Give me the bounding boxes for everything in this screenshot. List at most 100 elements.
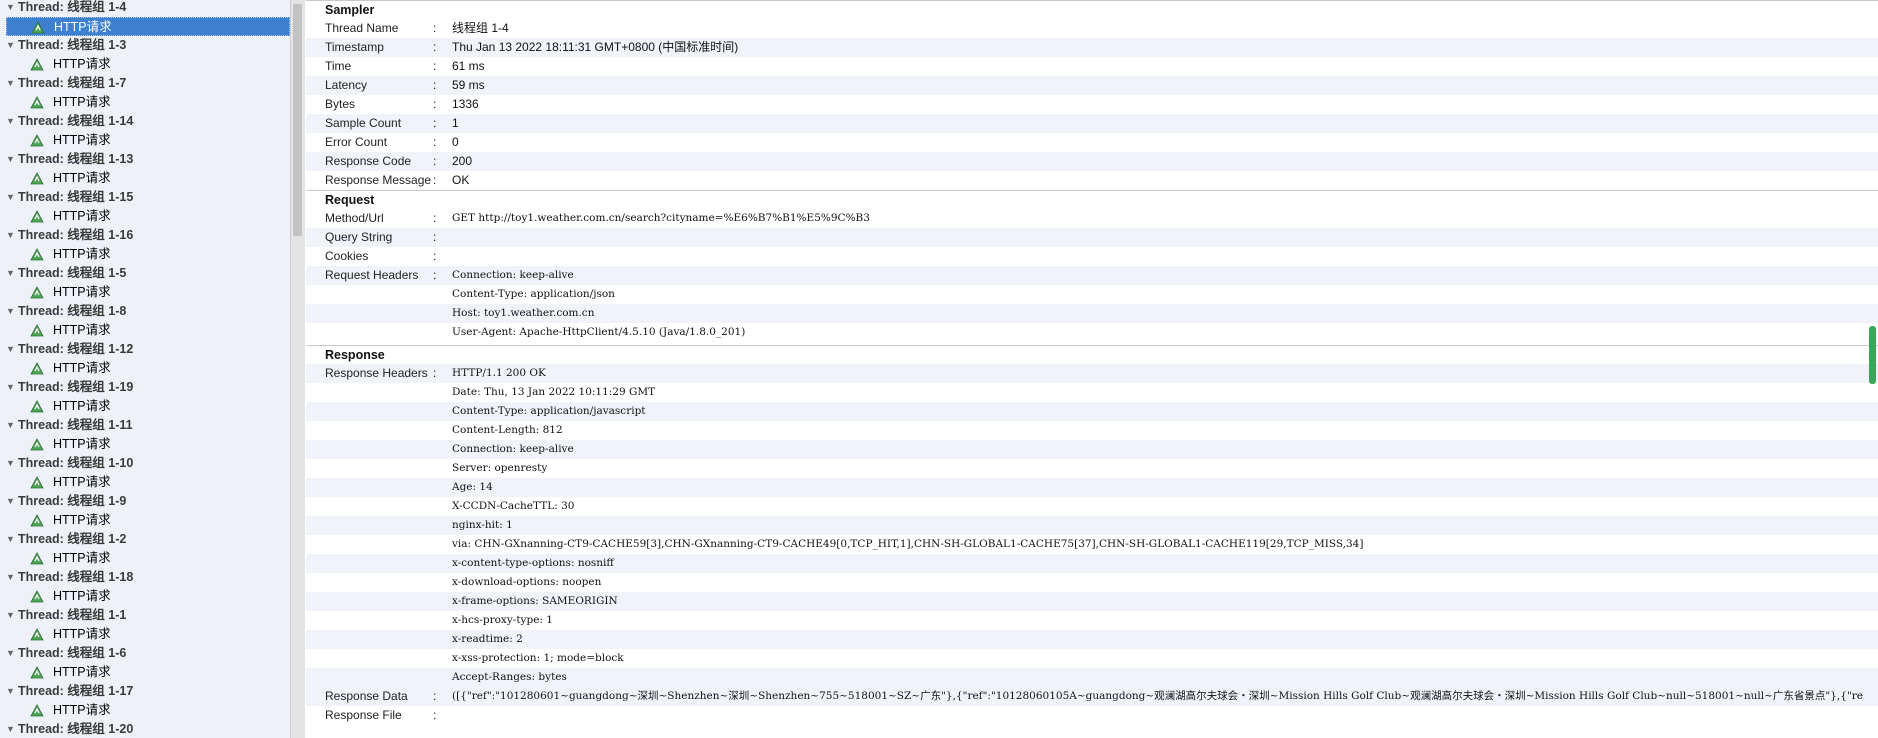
response-header-row: via: CHN-GXnanning-CT9-CACHE59[3],CHN-GX… [306, 535, 1878, 554]
tree-thread-node[interactable]: ▼ Thread: 线程组 1-7 [6, 74, 290, 93]
tree-http-sampler-node[interactable]: HTTP请求 [6, 397, 290, 416]
http-sampler-icon [30, 666, 44, 679]
tree-thread-node[interactable]: ▼ Thread: 线程组 1-5 [6, 264, 290, 283]
response-header-value: Content-Type: application/javascript [452, 405, 646, 417]
http-sampler-label: HTTP请求 [53, 513, 111, 527]
triangle-down-icon[interactable]: ▼ [6, 0, 18, 17]
tree-thread-node[interactable]: ▼ Thread: 线程组 1-18 [6, 568, 290, 587]
colon: : [433, 135, 437, 149]
triangle-down-icon[interactable]: ▼ [6, 416, 18, 435]
sampler-field-value: 线程组 1-4 [452, 21, 509, 35]
tree-thread-node[interactable]: ▼ Thread: 线程组 1-17 [6, 682, 290, 701]
triangle-down-icon[interactable]: ▼ [6, 530, 18, 549]
triangle-down-icon[interactable]: ▼ [6, 264, 18, 283]
triangle-down-icon[interactable]: ▼ [6, 188, 18, 207]
http-sampler-label: HTTP请求 [53, 589, 111, 603]
response-header-row: Accept-Ranges: bytes [306, 668, 1878, 687]
tree-thread-node[interactable]: ▼ Thread: 线程组 1-14 [6, 112, 290, 131]
tree-http-sampler-node[interactable]: HTTP请求 [6, 625, 290, 644]
triangle-down-icon[interactable]: ▼ [6, 302, 18, 321]
colon: : [433, 689, 437, 703]
thread-label: Thread: 线程组 1-20 [18, 722, 134, 736]
tree-thread-node[interactable]: ▼ Thread: 线程组 1-8 [6, 302, 290, 321]
response-header-value: x-content-type-options: nosniff [452, 557, 614, 569]
tree-http-sampler-node[interactable]: HTTP请求 [6, 359, 290, 378]
triangle-down-icon[interactable]: ▼ [6, 150, 18, 169]
detail-scroll-marker[interactable] [1869, 326, 1876, 384]
colon: : [433, 708, 437, 722]
thread-label: Thread: 线程组 1-10 [18, 456, 134, 470]
tree-thread-node[interactable]: ▼ Thread: 线程组 1-16 [6, 226, 290, 245]
tree-thread-node[interactable]: ▼ Thread: 线程组 1-9 [6, 492, 290, 511]
request-header-row: User-Agent: Apache-HttpClient/4.5.10 (Ja… [306, 323, 1878, 342]
response-header-row: Content-Type: application/javascript [306, 402, 1878, 421]
triangle-down-icon[interactable]: ▼ [6, 74, 18, 93]
tree-http-sampler-node[interactable]: HTTP请求 [6, 207, 290, 226]
tree-thread-node[interactable]: ▼ Thread: 线程组 1-10 [6, 454, 290, 473]
tree-http-sampler-node[interactable]: HTTP请求 [6, 663, 290, 682]
triangle-down-icon[interactable]: ▼ [6, 340, 18, 359]
tree-thread-node[interactable]: ▼ Thread: 线程组 1-3 [6, 36, 290, 55]
tree-thread-node[interactable]: ▼ Thread: 线程组 1-2 [6, 530, 290, 549]
tree-scrollbar[interactable] [290, 0, 305, 738]
tree-http-sampler-node[interactable]: HTTP请求 [6, 169, 290, 188]
tree-thread-node[interactable]: ▼ Thread: 线程组 1-11 [6, 416, 290, 435]
sampler-field-value: 61 ms [452, 59, 485, 73]
triangle-down-icon[interactable]: ▼ [6, 568, 18, 587]
tree-http-sampler-node[interactable]: HTTP请求 [6, 435, 290, 454]
tree-http-sampler-node[interactable]: HTTP请求 [6, 473, 290, 492]
triangle-down-icon[interactable]: ▼ [6, 378, 18, 397]
response-header-value: HTTP/1.1 200 OK [452, 367, 546, 379]
http-sampler-label: HTTP请求 [53, 551, 111, 565]
tree-http-sampler-node[interactable]: HTTP请求 [6, 131, 290, 150]
response-header-value: Age: 14 [452, 481, 493, 493]
request-header-row: Request Headers: Connection: keep-alive [306, 266, 1878, 285]
request-header-row: Content-Type: application/json [306, 285, 1878, 304]
triangle-down-icon[interactable]: ▼ [6, 492, 18, 511]
tree-scrollbar-thumb[interactable] [293, 4, 302, 236]
tree-http-sampler-node[interactable]: HTTP请求 [6, 321, 290, 340]
response-file-label: Response File [325, 708, 402, 722]
thread-label: Thread: 线程组 1-7 [18, 76, 127, 90]
http-sampler-label: HTTP请求 [53, 133, 111, 147]
sampler-field-value: Thu Jan 13 2022 18:11:31 GMT+0800 (中国标准时… [452, 40, 739, 54]
triangle-down-icon[interactable]: ▼ [6, 720, 18, 738]
tree-http-sampler-node[interactable]: HTTP请求 [6, 587, 290, 606]
tree-thread-node[interactable]: ▼ Thread: 线程组 1-19 [6, 378, 290, 397]
thread-label: Thread: 线程组 1-3 [18, 38, 127, 52]
triangle-down-icon[interactable]: ▼ [6, 112, 18, 131]
thread-label: Thread: 线程组 1-6 [18, 646, 127, 660]
tree-http-sampler-node[interactable]: HTTP请求 [6, 17, 290, 36]
thread-label: Thread: 线程组 1-1 [18, 608, 127, 622]
tree-http-sampler-node[interactable]: HTTP请求 [6, 245, 290, 264]
tree-thread-node[interactable]: ▼ Thread: 线程组 1-20 [6, 720, 290, 738]
response-header-row: x-content-type-options: nosniff [306, 554, 1878, 573]
tree-http-sampler-node[interactable]: HTTP请求 [6, 55, 290, 74]
tree-thread-node[interactable]: ▼ Thread: 线程组 1-12 [6, 340, 290, 359]
tree-http-sampler-node[interactable]: HTTP请求 [6, 549, 290, 568]
thread-label: Thread: 线程组 1-12 [18, 342, 134, 356]
response-header-value: X-CCDN-CacheTTL: 30 [452, 500, 575, 512]
sampler-field-label: Bytes [325, 97, 356, 111]
tree-thread-node[interactable]: ▼ Thread: 线程组 1-6 [6, 644, 290, 663]
colon: : [433, 97, 437, 111]
http-sampler-icon [30, 362, 44, 375]
tree-thread-node[interactable]: ▼ Thread: 线程组 1-15 [6, 188, 290, 207]
tree-http-sampler-node[interactable]: HTTP请求 [6, 511, 290, 530]
sampler-field-value: 1 [452, 116, 459, 130]
tree-thread-node[interactable]: ▼ Thread: 线程组 1-13 [6, 150, 290, 169]
triangle-down-icon[interactable]: ▼ [6, 36, 18, 55]
tree-http-sampler-node[interactable]: HTTP请求 [6, 701, 290, 720]
triangle-down-icon[interactable]: ▼ [6, 644, 18, 663]
tree-thread-node[interactable]: ▼ Thread: 线程组 1-4 [6, 0, 290, 17]
sampler-field-value: 1336 [452, 97, 479, 111]
tree-http-sampler-node[interactable]: HTTP请求 [6, 283, 290, 302]
triangle-down-icon[interactable]: ▼ [6, 226, 18, 245]
tree-thread-node[interactable]: ▼ Thread: 线程组 1-1 [6, 606, 290, 625]
triangle-down-icon[interactable]: ▼ [6, 454, 18, 473]
triangle-down-icon[interactable]: ▼ [6, 606, 18, 625]
triangle-down-icon[interactable]: ▼ [6, 682, 18, 701]
tree-http-sampler-node[interactable]: HTTP请求 [6, 93, 290, 112]
sampler-field-label: Latency [325, 78, 368, 92]
sampler-field-label: Timestamp [325, 40, 384, 54]
